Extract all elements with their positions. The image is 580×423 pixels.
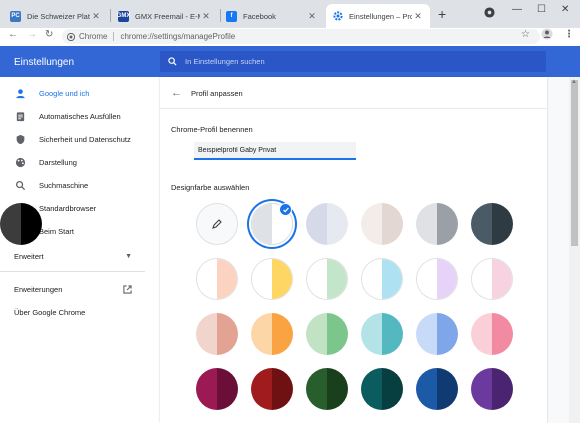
sidebar-item-1[interactable]: Google und ich (0, 82, 160, 104)
favicon-icon: GMX (117, 10, 130, 22)
sidebar-item-3[interactable]: Sicherheit und Datenschutz (0, 128, 160, 150)
color-swatch[interactable] (306, 368, 348, 410)
color-swatch[interactable] (196, 368, 238, 410)
color-swatch[interactable] (361, 203, 403, 245)
close-tab-icon[interactable]: ✕ (412, 11, 424, 22)
sidebar-item-4[interactable]: Darstellung (0, 151, 160, 173)
person-icon (14, 87, 26, 99)
sidebar-item-advanced[interactable]: Erweitert ▼ (0, 245, 160, 267)
color-swatch[interactable] (471, 368, 513, 410)
close-window-icon[interactable]: ✕ (561, 4, 569, 15)
color-swatch[interactable] (251, 368, 293, 410)
toolbar: ← → ↻ Chrome chrome://settings/managePro… (0, 28, 580, 45)
color-swatch[interactable] (416, 368, 458, 410)
palette-icon (14, 156, 26, 168)
sidebar-item-about[interactable]: Über Google Chrome (0, 301, 160, 323)
sidebar-advanced-label: Erweitert (14, 251, 44, 261)
clipboard-icon (14, 110, 26, 122)
sidebar-item-label: Sicherheit und Datenschutz (39, 134, 131, 144)
reload-icon[interactable]: ↻ (45, 29, 53, 40)
close-tab-icon[interactable]: ✕ (200, 11, 212, 22)
tab-2[interactable]: GMX GMX Freemail - E-Mail✕ (112, 4, 218, 28)
color-swatch[interactable] (416, 313, 458, 355)
favicon-icon: PC (10, 10, 21, 22)
gear-icon (332, 11, 343, 22)
sidebar-item-5[interactable]: Suchmaschine (0, 174, 160, 196)
search-placeholder: In Einstellungen suchen (185, 57, 265, 66)
shield-icon (14, 133, 26, 145)
color-swatch[interactable] (416, 258, 458, 300)
new-tab-button[interactable]: + (438, 6, 446, 22)
sidebar-item-label: Darstellung (39, 157, 77, 167)
tab-4[interactable]: Einstellungen – Profil a✕ (326, 4, 430, 28)
profile-name-input[interactable] (194, 142, 356, 160)
sidebar-item-label: Suchmaschine (39, 180, 89, 190)
page-title: Profil anpassen (191, 89, 243, 98)
omnibox-prefix: Chrome (79, 32, 108, 41)
settings-title: Einstellungen (14, 57, 75, 68)
color-swatch[interactable] (471, 203, 513, 245)
sidebar-item-extensions[interactable]: Erweiterungen (0, 278, 160, 300)
sidebar-extensions-label: Erweiterungen (14, 284, 63, 294)
sidebar-divider (0, 271, 145, 272)
sidebar-about-label: Über Google Chrome (14, 307, 86, 317)
minimize-icon[interactable]: — (512, 4, 522, 15)
custom-color-swatch[interactable] (196, 203, 238, 245)
sidebar-item-label: Automatisches Ausfüllen (39, 111, 121, 121)
sidebar-item-label: Standardbrowser (39, 203, 97, 213)
sidebar-item-label: Google und ich (39, 88, 90, 98)
checkmark-icon (279, 203, 292, 216)
bookmark-star-icon[interactable]: ☆ (521, 29, 530, 40)
color-swatch[interactable] (416, 203, 458, 245)
search-icon (168, 57, 177, 66)
color-swatch[interactable] (361, 258, 403, 300)
color-swatch[interactable] (306, 203, 348, 245)
back-arrow-icon[interactable]: ← (171, 87, 182, 99)
url-text: chrome://settings/manageProfile (120, 32, 236, 41)
color-swatch[interactable] (196, 313, 238, 355)
color-swatch[interactable] (0, 203, 42, 245)
close-tab-icon[interactable]: ✕ (306, 11, 318, 22)
tab-1[interactable]: PC Die Schweizer Plattform✕ (4, 4, 108, 28)
tab-label: Facebook (243, 11, 276, 21)
color-swatch[interactable] (361, 313, 403, 355)
profile-name-label: Chrome-Profil benennen (171, 125, 253, 134)
forward-icon[interactable]: → (27, 29, 37, 40)
color-swatch[interactable] (251, 258, 293, 300)
account-icon[interactable] (541, 28, 553, 43)
close-tab-icon[interactable]: ✕ (90, 11, 102, 22)
color-swatch[interactable] (471, 258, 513, 300)
sidebar: Google und ich Automatisches Ausfüllen Sic… (0, 77, 160, 423)
tab-label: Einstellungen – Profil a (349, 11, 412, 21)
tab-label: Die Schweizer Plattform (27, 11, 90, 21)
sidebar-item-label: Beim Start (39, 226, 75, 236)
sidebar-item-2[interactable]: Automatisches Ausfüllen (0, 105, 160, 127)
favicon-icon: f (226, 10, 237, 22)
search-icon (14, 179, 26, 191)
color-swatch[interactable] (471, 313, 513, 355)
address-bar[interactable]: Chrome chrome://settings/manageProfile (62, 29, 540, 44)
card-divider (160, 108, 547, 109)
theme-color-label: Designfarbe auswählen (171, 183, 250, 192)
color-swatch[interactable] (251, 313, 293, 355)
color-swatch[interactable] (196, 258, 238, 300)
scrollbar-thumb[interactable] (571, 80, 578, 246)
open-external-icon (123, 284, 132, 294)
pencil-icon (212, 219, 222, 229)
color-swatch[interactable] (306, 313, 348, 355)
chevron-down-icon: ▼ (125, 252, 132, 260)
color-swatch[interactable] (306, 258, 348, 300)
maximize-icon[interactable]: ☐ (537, 4, 546, 15)
tab-3[interactable]: f Facebook ✕ (220, 4, 324, 28)
chrome-logo-icon (67, 32, 75, 41)
color-swatch[interactable] (361, 368, 403, 410)
scroll-up-arrow-icon[interactable]: ▲ (571, 79, 577, 85)
profile-menu-icon[interactable] (484, 7, 495, 21)
settings-search-input[interactable]: In Einstellungen suchen (160, 51, 546, 72)
menu-kebab-icon[interactable]: ⋮ (564, 29, 574, 40)
tab-label: GMX Freemail - E-Mail (135, 11, 200, 21)
back-icon[interactable]: ← (8, 29, 18, 40)
